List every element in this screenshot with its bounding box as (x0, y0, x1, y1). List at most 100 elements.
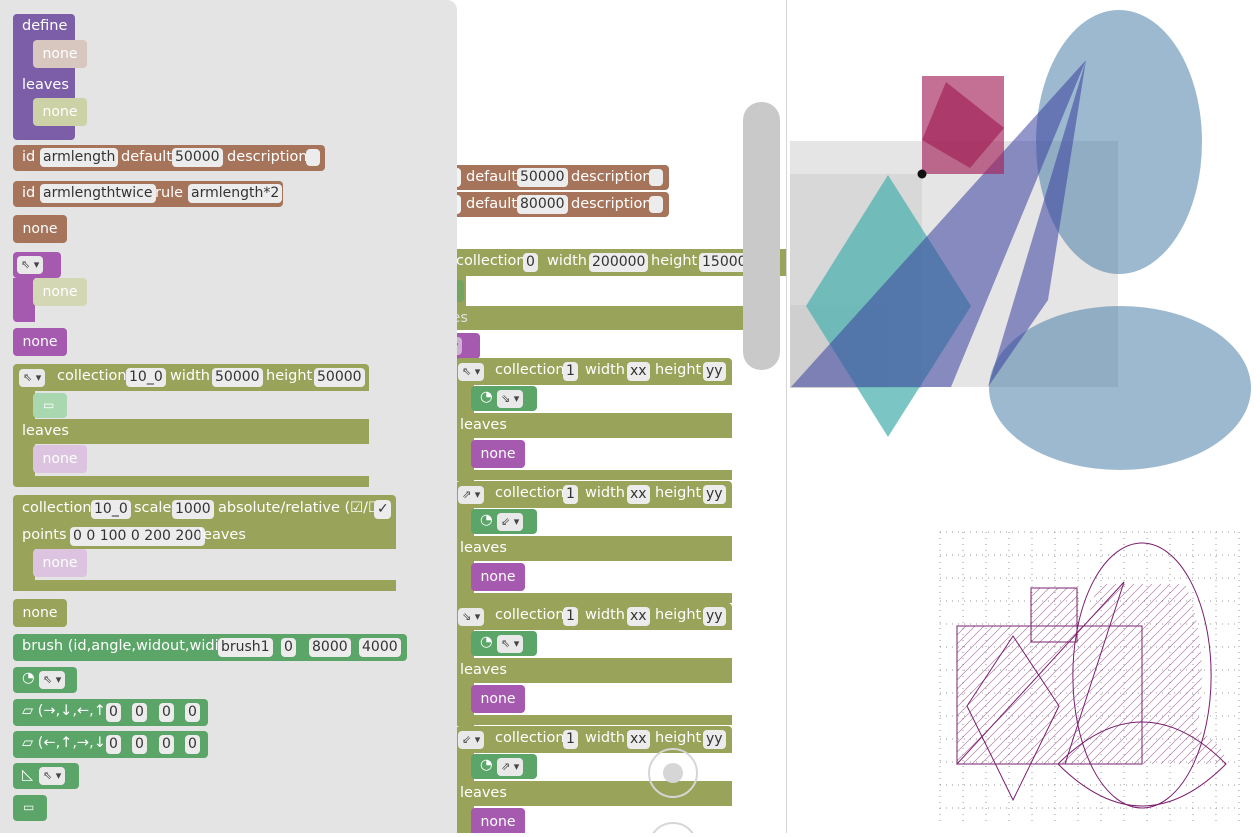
direction-dropdown[interactable]: ⇖ ▾ (497, 635, 524, 653)
rect-path-block-2[interactable]: ▱ (←,↑,→,↓) 0 0 0 0 (13, 731, 208, 758)
points-field[interactable]: 0 0 100 0 200 200 (70, 527, 206, 546)
rect-field[interactable]: 0 (185, 703, 200, 722)
none-slot[interactable]: none (33, 549, 87, 577)
collection-width-field[interactable]: xx (627, 485, 650, 504)
child-collection-block[interactable]: ⇘ ▾ collection 1 width xx height yy (456, 603, 732, 630)
rect-field[interactable]: 0 (106, 735, 121, 754)
direction-dropdown[interactable]: ⇘ ▾ (497, 390, 524, 408)
collection-width-field[interactable]: 50000 (212, 368, 263, 387)
zoom-in-icon[interactable] (648, 822, 698, 833)
hatch-line (786, 584, 837, 764)
hatch-line (786, 584, 918, 764)
collection-height-field[interactable]: yy (703, 607, 726, 626)
hatch-line (957, 583, 964, 765)
none-tile-block[interactable]: none (471, 808, 525, 833)
none-tile-block[interactable]: none (13, 328, 67, 356)
collection-height-field[interactable]: 15000 (699, 253, 750, 272)
rect-field[interactable]: 0 (132, 735, 147, 754)
brush-widout-field[interactable]: 8000 (309, 638, 351, 657)
direction-dropdown[interactable]: ⇖ ▾ (19, 369, 46, 387)
collection-id-field[interactable]: 10_0 (91, 500, 131, 519)
corner-block[interactable]: ◺ ⇖ ▾ (13, 763, 79, 789)
collection-id-field[interactable]: 10_0 (126, 368, 166, 387)
hatch-line (1169, 583, 1226, 765)
direction-dropdown[interactable]: ⇖ ▾ (39, 767, 66, 785)
direction-dropdown[interactable]: ⇙ ▾ (458, 731, 485, 749)
collection-height-field[interactable]: yy (703, 485, 726, 504)
param-default-field[interactable]: 50000 (172, 148, 223, 167)
direction-dropdown[interactable]: ⇖ ▾ (458, 363, 485, 381)
square-block[interactable]: ▭ (13, 795, 47, 821)
rect-field[interactable]: 0 (132, 703, 147, 722)
rotate-block[interactable]: ◔ ⇗ ▾ (471, 754, 537, 779)
brush-block[interactable]: brush (id,angle,widout,widin) brush1 0 8… (13, 634, 407, 661)
collection-block[interactable]: ⇖ ▾ collection 10_0 width 50000 height 5… (13, 364, 369, 391)
param-id-field[interactable]: armlength (40, 148, 119, 167)
collection-height-field[interactable]: yy (703, 730, 726, 749)
hatch-line (786, 584, 846, 764)
none-tile-block[interactable]: none (471, 440, 525, 468)
render-preview (786, 10, 1251, 822)
child-collection-block[interactable]: ⇗ ▾ collection 1 width xx height yy (456, 481, 732, 508)
none-param-block[interactable]: none (13, 215, 67, 243)
workspace-scrollbar[interactable] (743, 102, 780, 370)
param-rule-field[interactable]: armlength*2 (188, 184, 283, 203)
direction-dropdown[interactable]: ⇘ ▾ (458, 608, 485, 626)
scale-field[interactable]: 1000 (172, 500, 214, 519)
direction-dropdown[interactable]: ⇖ ▾ (39, 671, 66, 689)
none-tile-block[interactable]: none (471, 563, 525, 591)
collection-width-field[interactable]: xx (627, 607, 650, 626)
direction-dropdown[interactable]: ⇗ ▾ (458, 486, 485, 504)
collection-width-field[interactable]: 200000 (589, 253, 649, 272)
none-tile-block[interactable]: none (471, 685, 525, 713)
brush-widin-field[interactable]: 4000 (359, 638, 401, 657)
collection-id-field[interactable]: 0 (523, 253, 538, 272)
rotate-block[interactable]: ◔ ⇘ ▾ (471, 386, 537, 411)
top-collection-block[interactable]: ⇗ ▾ collection 0 width 200000 height 150… (412, 249, 786, 276)
none-slot[interactable]: none (33, 278, 87, 306)
param-description-field[interactable] (649, 196, 663, 213)
param-default-field[interactable]: 50000 (517, 168, 568, 187)
collection-id-field[interactable]: 1 (563, 607, 578, 626)
none-slot[interactable]: none (33, 445, 87, 473)
none-slot[interactable]: none (33, 40, 87, 68)
brush-angle-field[interactable]: 0 (281, 638, 296, 657)
collection-width-field[interactable]: xx (627, 730, 650, 749)
direction-dropdown[interactable]: ⇗ ▾ (497, 758, 524, 776)
hatch-line (786, 584, 864, 764)
rotate-block[interactable]: ◔ ⇙ ▾ (471, 509, 537, 534)
rect-field[interactable]: 0 (106, 703, 121, 722)
param-rule-block[interactable]: id armlengthtwice rule armlength*2 (13, 181, 283, 207)
rect-field[interactable]: 0 (185, 735, 200, 754)
direction-dropdown[interactable]: ⇙ ▾ (497, 513, 524, 531)
rect-path-block-1[interactable]: ▱ (→,↓,←,↑) 0 0 0 0 (13, 699, 208, 726)
collection-id-field[interactable]: 1 (563, 730, 578, 749)
tile-block[interactable]: ⇖ ▾ (13, 252, 61, 278)
points-collection-block[interactable]: collection 10_0 scale 1000 absolute/rela… (13, 495, 396, 549)
child-collection-block[interactable]: ⇙ ▾ collection 1 width xx height yy (456, 726, 732, 753)
brush-slot[interactable]: ▭ (33, 393, 67, 418)
param-description-field[interactable] (306, 149, 320, 166)
param-description-field[interactable] (649, 169, 663, 186)
child-collection-block[interactable]: ⇖ ▾ collection 1 width xx height yy (456, 358, 732, 385)
collection-id-field[interactable]: 1 (563, 362, 578, 381)
none-slot[interactable]: none (33, 98, 87, 126)
rotate-block[interactable]: ◔ ⇖ ▾ (13, 667, 77, 693)
brush-id-field[interactable]: brush1 (218, 638, 273, 657)
param-default-block[interactable]: id armlength default 50000 description (13, 145, 325, 171)
hatch-line (1160, 583, 1226, 765)
collection-height-field[interactable]: 50000 (314, 368, 365, 387)
rect-field[interactable]: 0 (159, 735, 174, 754)
absolute-checkbox[interactable]: ✓ (374, 500, 391, 519)
rect-field[interactable]: 0 (159, 703, 174, 722)
blockly-workspace[interactable]: define leaves id xx default 50000 descri… (0, 0, 787, 833)
collection-id-field[interactable]: 1 (563, 485, 578, 504)
direction-dropdown[interactable]: ⇖ ▾ (17, 256, 44, 274)
clock-icon: ◔ (480, 634, 493, 650)
none-collection-block[interactable]: none (13, 599, 67, 627)
param-default-field[interactable]: 80000 (517, 195, 568, 214)
rotate-block[interactable]: ◔ ⇖ ▾ (471, 631, 537, 656)
collection-width-field[interactable]: xx (627, 362, 650, 381)
param-id-field[interactable]: armlengthtwice (40, 184, 156, 203)
collection-height-field[interactable]: yy (703, 362, 726, 381)
